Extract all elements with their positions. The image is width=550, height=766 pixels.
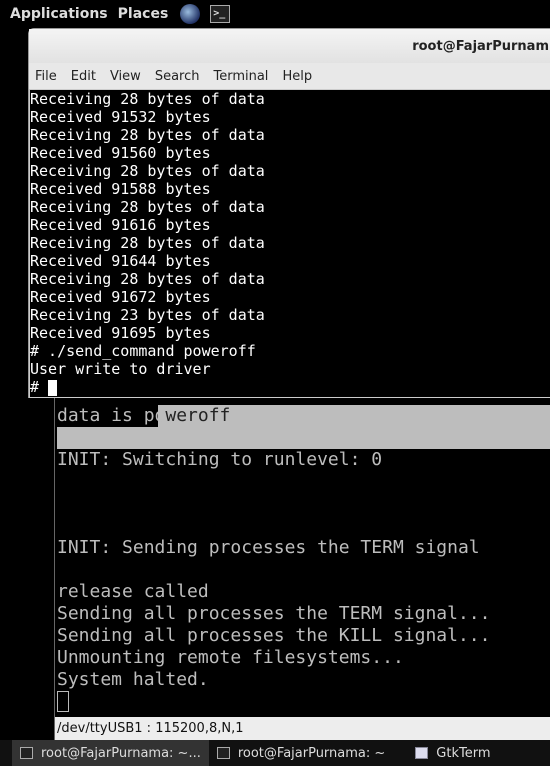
selection-highlight xyxy=(57,427,550,449)
terminal-cursor xyxy=(48,379,58,396)
terminal-line: Receiving 28 bytes of data xyxy=(30,126,265,144)
gtkterm-line: data is poweroff xyxy=(57,405,231,426)
gtkterm-line: System halted. xyxy=(57,669,209,690)
terminal-icon xyxy=(20,747,33,759)
taskbar: root@FajarPurnama: ~... root@FajarPurnam… xyxy=(0,740,550,766)
gtkterm-window: data is poweroff INIT: Switching to runle… xyxy=(54,380,550,740)
applications-menu[interactable]: Applications xyxy=(10,6,108,22)
terminal-window: root@FajarPurnam File Edit View Search T… xyxy=(28,28,550,398)
prompt-line: # xyxy=(30,378,550,396)
terminal-line: Receiving 28 bytes of data xyxy=(30,90,265,108)
terminal-line: Receiving 28 bytes of data xyxy=(30,198,265,216)
terminal-line: Received 91560 bytes xyxy=(30,144,211,162)
terminal-output[interactable]: Receiving 28 bytes of data Received 91532… xyxy=(29,89,550,398)
terminal-line: User write to driver xyxy=(30,360,211,378)
terminal-line: Received 91644 bytes xyxy=(30,252,211,270)
terminal-line: Received 91672 bytes xyxy=(30,288,211,306)
gtkterm-line: INIT: Sending processes the TERM signal xyxy=(57,537,480,558)
taskbar-label: root@FajarPurnama: ~ xyxy=(237,745,386,761)
menu-bar: File Edit View Search Terminal Help xyxy=(29,63,550,89)
gtkterm-line: Sending all processes the TERM signal... xyxy=(57,603,491,624)
taskbar-item[interactable]: GtkTerm xyxy=(407,740,498,766)
menu-search[interactable]: Search xyxy=(155,69,200,84)
top-panel: Applications Places >_ xyxy=(0,0,550,28)
terminal-line: Receiving 28 bytes of data xyxy=(30,162,265,180)
taskbar-item[interactable]: root@FajarPurnama: ~ xyxy=(209,740,393,766)
taskbar-label: root@FajarPurnama: ~... xyxy=(41,745,201,761)
terminal-line: Received 91695 bytes xyxy=(30,324,211,342)
prompt: # xyxy=(30,378,49,396)
menu-file[interactable]: File xyxy=(35,69,57,84)
gtkterm-line: Unmounting remote filesystems... xyxy=(57,647,404,668)
terminal-line: Received 91532 bytes xyxy=(30,108,211,126)
terminal-line: # ./send_command poweroff xyxy=(30,342,256,360)
taskbar-label: GtkTerm xyxy=(436,745,491,761)
menu-terminal[interactable]: Terminal xyxy=(213,69,268,84)
terminal-line: Received 91616 bytes xyxy=(30,216,211,234)
terminal-line: Receiving 28 bytes of data xyxy=(30,270,265,288)
places-menu[interactable]: Places xyxy=(118,6,169,22)
status-bar: /dev/ttyUSB1 : 115200,8,N,1 xyxy=(55,717,550,740)
gtkterm-line: release called xyxy=(57,581,209,602)
window-title: root@FajarPurnam xyxy=(29,29,550,63)
terminal-line: Received 91588 bytes xyxy=(30,180,211,198)
gtkterm-line: INIT: Switching to runlevel: 0 xyxy=(57,449,383,470)
menu-edit[interactable]: Edit xyxy=(71,69,96,84)
terminal-launcher-icon[interactable]: >_ xyxy=(210,5,231,23)
gtkterm-cursor xyxy=(57,691,69,712)
menu-view[interactable]: View xyxy=(110,69,141,84)
terminal-line: Receiving 23 bytes of data xyxy=(30,306,265,324)
menu-help[interactable]: Help xyxy=(282,69,312,84)
gtkterm-line: Sending all processes the KILL signal... xyxy=(57,625,491,646)
taskbar-item[interactable]: root@FajarPurnama: ~... xyxy=(12,740,209,766)
window-icon xyxy=(415,747,429,759)
terminal-icon xyxy=(216,747,230,759)
browser-launcher-icon[interactable] xyxy=(180,4,201,24)
terminal-line: Receiving 28 bytes of data xyxy=(30,234,265,252)
